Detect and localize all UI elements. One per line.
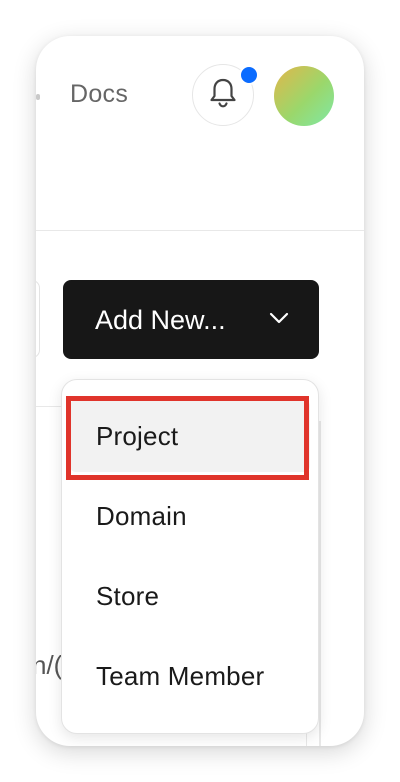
add-new-label: Add New... bbox=[95, 305, 226, 335]
menu-item-label: Store bbox=[96, 581, 160, 611]
background-partial-text: n/( bbox=[36, 650, 63, 680]
chevron-down-icon bbox=[268, 311, 290, 330]
notification-badge bbox=[239, 65, 259, 85]
add-new-button[interactable]: Add New... bbox=[63, 280, 319, 359]
header-divider bbox=[36, 230, 364, 231]
screenshot-stage: Docs Add New... n/(Project Domain Store… bbox=[0, 0, 400, 782]
bell-icon bbox=[208, 77, 238, 114]
menu-item-domain[interactable]: Domain bbox=[70, 480, 310, 552]
menu-item-label: Team Member bbox=[96, 661, 265, 691]
nav-docs-link[interactable]: Docs bbox=[70, 80, 128, 109]
menu-item-team-member[interactable]: Team Member bbox=[70, 640, 310, 712]
menu-item-store[interactable]: Store bbox=[70, 560, 310, 632]
menu-item-label: Domain bbox=[96, 501, 187, 531]
app-window: Docs Add New... n/(Project Domain Store… bbox=[36, 36, 364, 746]
nav-overflow-indicator bbox=[36, 94, 40, 100]
content-panel-border bbox=[319, 421, 321, 746]
selection-highlight-box bbox=[66, 396, 309, 480]
avatar[interactable] bbox=[274, 66, 334, 126]
search-input-edge[interactable] bbox=[36, 280, 40, 358]
